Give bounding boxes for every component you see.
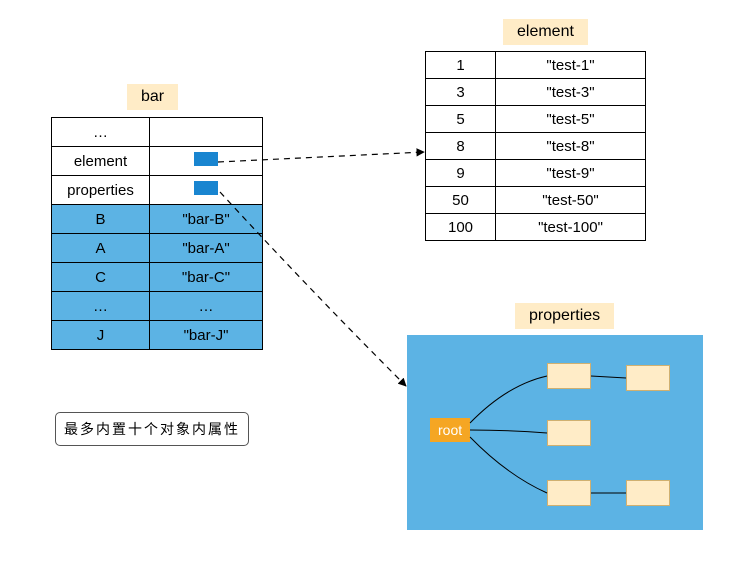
elem-val: "test-8" bbox=[496, 133, 646, 160]
bar-key: B bbox=[52, 205, 150, 234]
table-row: C "bar-C" bbox=[52, 263, 263, 292]
tree-node bbox=[626, 365, 670, 391]
tree-node bbox=[626, 480, 670, 506]
elem-val: "test-50" bbox=[496, 187, 646, 214]
bar-val: "bar-J" bbox=[150, 321, 263, 350]
table-row: … … bbox=[52, 292, 263, 321]
table-row: element bbox=[52, 147, 263, 176]
pointer-chip-icon bbox=[194, 152, 218, 166]
elem-key: 50 bbox=[426, 187, 496, 214]
table-row: 9"test-9" bbox=[426, 160, 646, 187]
tree-node bbox=[547, 363, 591, 389]
table-row: 5"test-5" bbox=[426, 106, 646, 133]
bar-key: … bbox=[52, 292, 150, 321]
bar-key-element: element bbox=[52, 147, 150, 176]
elem-val: "test-3" bbox=[496, 79, 646, 106]
elem-val: "test-5" bbox=[496, 106, 646, 133]
table-row: 1"test-1" bbox=[426, 52, 646, 79]
elem-key: 5 bbox=[426, 106, 496, 133]
bar-key: A bbox=[52, 234, 150, 263]
table-row: 100"test-100" bbox=[426, 214, 646, 241]
bar-val: … bbox=[150, 292, 263, 321]
elem-key: 3 bbox=[426, 79, 496, 106]
element-label: element bbox=[503, 19, 588, 45]
bar-val-element bbox=[150, 147, 263, 176]
element-table: 1"test-1" 3"test-3" 5"test-5" 8"test-8" … bbox=[425, 51, 646, 241]
bar-key: J bbox=[52, 321, 150, 350]
table-row: properties bbox=[52, 176, 263, 205]
elem-val: "test-9" bbox=[496, 160, 646, 187]
elem-val: "test-1" bbox=[496, 52, 646, 79]
tree-node bbox=[547, 420, 591, 446]
bar-val: "bar-C" bbox=[150, 263, 263, 292]
tree-node bbox=[547, 480, 591, 506]
bar-val-properties bbox=[150, 176, 263, 205]
caption-text: 最多内置十个对象内属性 bbox=[55, 412, 249, 446]
table-row: 8"test-8" bbox=[426, 133, 646, 160]
bar-key: … bbox=[52, 118, 150, 147]
properties-panel: root bbox=[407, 335, 703, 530]
table-row: A "bar-A" bbox=[52, 234, 263, 263]
table-row: 50"test-50" bbox=[426, 187, 646, 214]
pointer-chip-icon bbox=[194, 181, 218, 195]
elem-key: 8 bbox=[426, 133, 496, 160]
bar-table: … element properties B "bar-B" A "bar-A"… bbox=[51, 117, 263, 350]
bar-key: C bbox=[52, 263, 150, 292]
table-row: B "bar-B" bbox=[52, 205, 263, 234]
bar-key-properties: properties bbox=[52, 176, 150, 205]
bar-val: "bar-B" bbox=[150, 205, 263, 234]
bar-val bbox=[150, 118, 263, 147]
elem-key: 1 bbox=[426, 52, 496, 79]
elem-key: 9 bbox=[426, 160, 496, 187]
elem-val: "test-100" bbox=[496, 214, 646, 241]
tree-root: root bbox=[430, 418, 470, 442]
bar-val: "bar-A" bbox=[150, 234, 263, 263]
bar-label: bar bbox=[127, 84, 178, 110]
properties-label: properties bbox=[515, 303, 614, 329]
table-row: … bbox=[52, 118, 263, 147]
table-row: J "bar-J" bbox=[52, 321, 263, 350]
elem-key: 100 bbox=[426, 214, 496, 241]
table-row: 3"test-3" bbox=[426, 79, 646, 106]
